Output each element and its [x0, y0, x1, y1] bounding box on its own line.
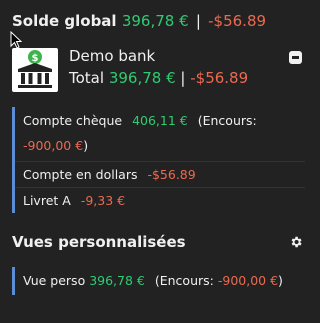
account-list: Compte chèque 406,11 € (Encours: -900,00…	[12, 107, 305, 213]
global-balance-separator: |	[195, 12, 201, 30]
mouse-pointer-icon	[10, 31, 22, 49]
global-balance-amount: 396,78 €	[121, 12, 189, 30]
account-item-compte-cheque[interactable]: Compte chèque 406,11 € (Encours: -900,00…	[15, 107, 305, 161]
account-name: Compte en dollars	[23, 167, 138, 182]
bank-dollar-icon: $	[12, 48, 58, 92]
custom-view-name: Vue perso	[23, 273, 86, 288]
custom-view-encours-value: -900,00 €	[217, 273, 279, 288]
gear-icon[interactable]	[289, 235, 303, 249]
account-balance: -9,33 €	[80, 193, 126, 208]
global-balance-header: Solde global 396,78 € | -$56.89	[12, 12, 266, 30]
account-encours-label: (Encours:	[197, 113, 257, 128]
account-item-livret-a[interactable]: Livret A -9,33 €	[15, 187, 305, 213]
custom-view-item-vue-perso[interactable]: Vue perso 396,78 € (Encours: -900,00 €)	[15, 267, 305, 295]
account-encours-value: -900,00 €	[23, 138, 84, 153]
account-encours-close: )	[83, 138, 89, 153]
bank-total-row: Total 396,78 € | -$56.89	[69, 69, 248, 87]
custom-view-list: Vue perso 396,78 € (Encours: -900,00 €)	[12, 267, 305, 295]
account-name: Compte chèque	[23, 113, 123, 128]
account-balance: -$56.89	[147, 167, 196, 182]
bank-total-pending: -$56.89	[190, 69, 249, 87]
global-balance-title: Solde global	[12, 12, 117, 30]
svg-text:$: $	[32, 53, 39, 64]
account-item-compte-en-dollars[interactable]: Compte en dollars -$56.89	[15, 161, 305, 187]
custom-views-title: Vues personnalisées	[12, 233, 186, 251]
global-balance-pending: -$56.89	[208, 12, 267, 30]
bank-total-balance: 396,78 €	[108, 69, 176, 87]
custom-view-encours-close: )	[278, 273, 283, 288]
minus-square-icon[interactable]	[289, 51, 302, 64]
account-balance: 406,11 €	[132, 113, 188, 128]
custom-view-encours-label: (Encours:	[154, 273, 214, 288]
custom-view-balance: 396,78 €	[89, 273, 145, 288]
bank-total-separator: |	[180, 69, 186, 87]
bank-total-label: Total	[69, 69, 105, 87]
bank-name[interactable]: Demo bank	[69, 47, 155, 65]
account-name: Livret A	[23, 193, 71, 208]
